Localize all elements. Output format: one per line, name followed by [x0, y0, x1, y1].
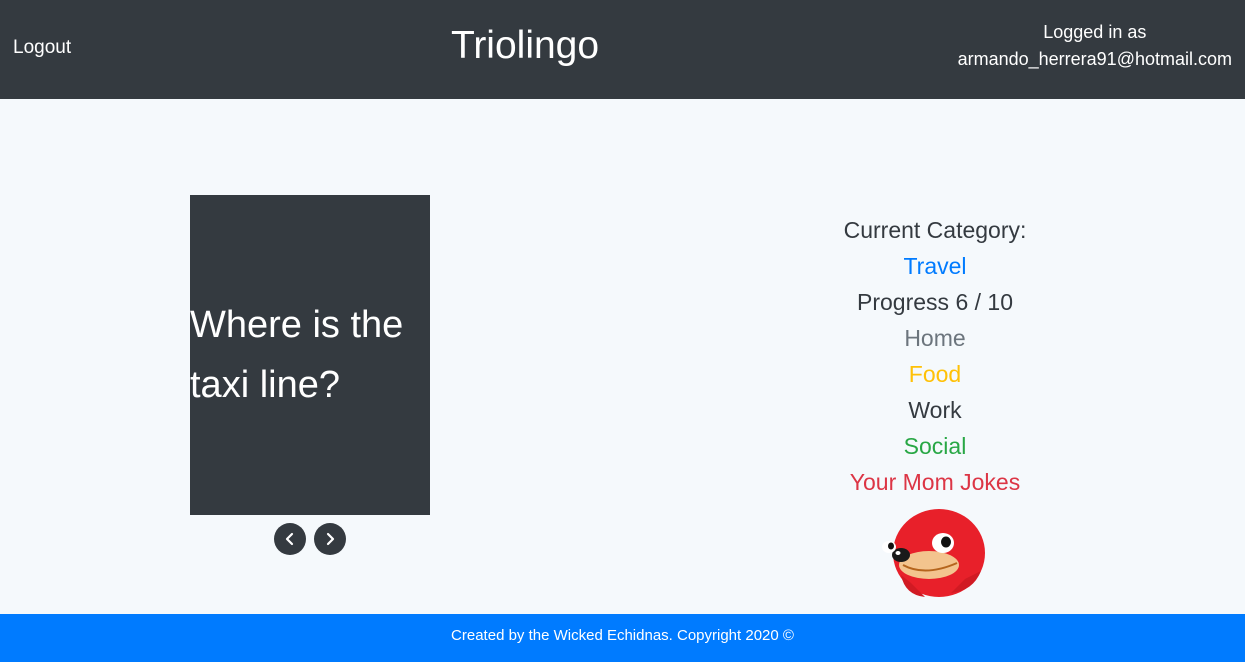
- navbar: Logout Triolingo Logged in as armando_he…: [0, 0, 1245, 99]
- previous-card-button[interactable]: [274, 523, 306, 555]
- progress-text: Progress 6 / 10: [857, 289, 1013, 315]
- category-your-mom-jokes[interactable]: Your Mom Jokes: [785, 464, 1085, 500]
- user-email: armando_herrera91@hotmail.com: [957, 49, 1232, 69]
- flashcard[interactable]: Where is the taxi line?: [190, 195, 430, 515]
- category-panel: Current Category: Travel Progress 6 / 10…: [785, 212, 1085, 500]
- knuckles-mascot-icon: [882, 509, 985, 597]
- login-info: Logged in as armando_herrera91@hotmail.c…: [958, 19, 1232, 73]
- category-work[interactable]: Work: [785, 392, 1085, 428]
- chevron-left-icon: [285, 532, 294, 546]
- category-social[interactable]: Social: [785, 428, 1085, 464]
- next-card-button[interactable]: [314, 523, 346, 555]
- flashcard-text: Where is the taxi line?: [190, 304, 404, 406]
- category-travel[interactable]: Travel: [785, 248, 1085, 284]
- login-prefix: Logged in as: [1043, 22, 1147, 42]
- category-food[interactable]: Food: [785, 356, 1085, 392]
- footer: Created by the Wicked Echidnas. Copyrigh…: [0, 614, 1245, 662]
- chevron-right-icon: [326, 532, 335, 546]
- current-category-label: Current Category:: [843, 217, 1027, 243]
- category-home[interactable]: Home: [785, 320, 1085, 356]
- footer-text: Created by the Wicked Echidnas. Copyrigh…: [451, 627, 794, 644]
- brand-title: Triolingo: [450, 24, 600, 67]
